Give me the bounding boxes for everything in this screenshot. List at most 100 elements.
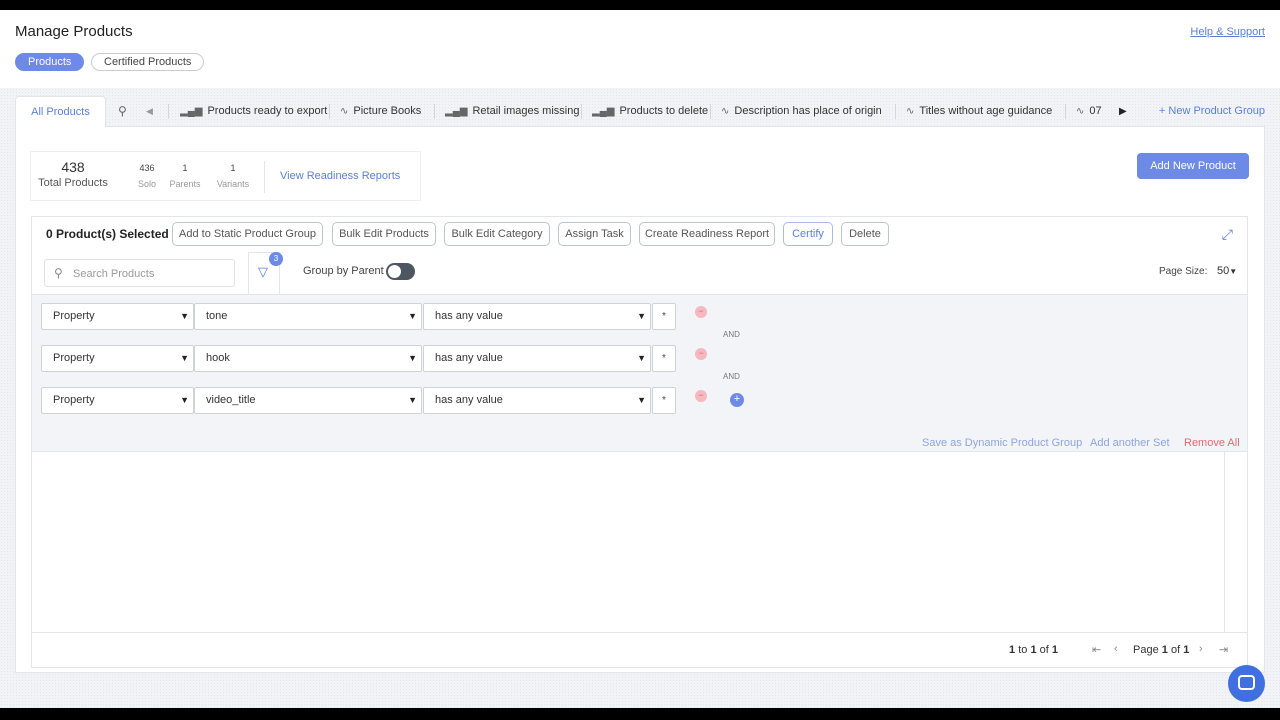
tab-all-products[interactable]: All Products <box>15 96 106 127</box>
remove-all-link[interactable]: Remove All <box>1184 437 1240 449</box>
view-readiness-reports-link[interactable]: View Readiness Reports <box>280 170 400 182</box>
table-scrollbar[interactable] <box>1224 452 1225 632</box>
total-products-stat: 438 Total Products <box>38 159 108 189</box>
add-condition-icon[interactable]: + <box>730 393 744 407</box>
product-group-tabs: All Products ⚲ ◀ ▂▄▆ Products ready to ex… <box>15 96 1265 127</box>
bar-chart-icon: ▂▄▆ <box>445 106 468 117</box>
condition-operator-select[interactable]: has any value ▼ <box>423 345 651 372</box>
pagination-footer: 1 to 1 of 1 ⇤ ‹ Page 1 of 1 › ⇥ <box>31 632 1248 668</box>
activity-icon: ∿ <box>340 106 349 117</box>
expand-icon[interactable]: ⤢ <box>1222 226 1233 243</box>
search-placeholder: Search Products <box>73 268 155 280</box>
bar-chart-icon: ▂▄▆ <box>180 106 203 117</box>
condition-field-select[interactable]: video_title ▼ <box>194 387 422 414</box>
condition-field-select[interactable]: tone ▼ <box>194 303 422 330</box>
condition-value-input[interactable]: * <box>652 345 676 372</box>
condition-value-input[interactable]: * <box>652 387 676 414</box>
filter-icon: ▽ <box>258 264 268 279</box>
add-new-product-button[interactable]: Add New Product <box>1137 153 1249 179</box>
bar-chart-icon: ▂▄▆ <box>592 106 615 117</box>
delete-button[interactable]: Delete <box>841 222 889 246</box>
scroll-left-icon[interactable]: ◀ <box>146 106 153 117</box>
remove-condition-icon[interactable]: − <box>695 348 707 360</box>
tab-divider <box>168 104 169 119</box>
last-page-icon[interactable]: ⇥ <box>1219 643 1228 656</box>
tab-divider <box>710 104 711 119</box>
next-page-icon[interactable]: › <box>1199 643 1203 655</box>
condition-type-select[interactable]: Property ▼ <box>41 303 194 330</box>
toggle-knob <box>388 265 401 278</box>
tab-divider <box>434 104 435 119</box>
filter-toggle-button[interactable]: ▽ 3 <box>248 252 283 294</box>
help-support-link[interactable]: Help & Support <box>1190 26 1265 38</box>
add-to-static-group-button[interactable]: Add to Static Product Group <box>172 222 323 246</box>
variants-stat: 1 Variants <box>216 163 250 189</box>
tab-divider <box>329 104 330 119</box>
search-input[interactable]: ⚲ Search Products <box>44 259 235 287</box>
caret-down-icon: ▼ <box>637 395 646 405</box>
filter-count-badge: 3 <box>269 252 283 266</box>
prev-page-icon[interactable]: ‹ <box>1114 643 1118 655</box>
first-page-icon[interactable]: ⇤ <box>1092 643 1101 656</box>
tab-titles-without-age-guidance[interactable]: ∿ Titles without age guidance <box>906 96 1052 126</box>
condition-field-select[interactable]: hook ▼ <box>194 345 422 372</box>
product-stats: 438 Total Products 436 Solo 1 Parents 1 … <box>30 151 421 201</box>
selected-count: 0 Product(s) Selected <box>46 227 169 241</box>
bulk-edit-category-button[interactable]: Bulk Edit Category <box>444 222 550 246</box>
tab-products-ready-to-export[interactable]: ▂▄▆ Products ready to export <box>180 96 327 126</box>
search-icon: ⚲ <box>54 266 63 280</box>
group-by-parent-label: Group by Parent <box>303 265 384 277</box>
solo-stat: 436 Solo <box>137 163 156 189</box>
tab-picture-books[interactable]: ∿ Picture Books <box>340 96 421 126</box>
assign-task-button[interactable]: Assign Task <box>558 222 631 246</box>
certified-products-pill[interactable]: Certified Products <box>91 53 205 71</box>
condition-operator-select[interactable]: has any value ▼ <box>423 303 651 330</box>
and-label: AND <box>723 372 740 381</box>
group-by-parent-toggle[interactable] <box>386 263 415 280</box>
condition-type-select[interactable]: Property ▼ <box>41 345 194 372</box>
condition-value-input[interactable]: * <box>652 303 676 330</box>
scroll-right-icon[interactable]: ▶ <box>1119 106 1127 117</box>
add-another-set-link[interactable]: Add another Set <box>1090 437 1170 449</box>
activity-icon: ∿ <box>721 106 730 117</box>
condition-type-select[interactable]: Property ▼ <box>41 387 194 414</box>
caret-down-icon: ▼ <box>180 353 189 363</box>
page-title: Manage Products <box>15 23 133 40</box>
chat-launcher-button[interactable] <box>1228 665 1265 702</box>
and-label: AND <box>723 330 740 339</box>
page-size-select[interactable]: 50▼ <box>1217 265 1237 277</box>
remove-condition-icon[interactable]: − <box>695 390 707 402</box>
remove-condition-icon[interactable]: − <box>695 306 707 318</box>
search-filter-row: ⚲ Search Products ▽ 3 Group by Parent Pa… <box>31 252 1248 294</box>
page-size-label: Page Size: <box>1159 266 1208 277</box>
tab-products-to-delete[interactable]: ▂▄▆ Products to delete <box>592 96 708 126</box>
tab-divider <box>581 104 582 119</box>
bulk-edit-products-button[interactable]: Bulk Edit Products <box>332 222 436 246</box>
activity-icon: ∿ <box>1076 106 1085 117</box>
tab-divider <box>895 104 896 119</box>
new-product-group-link[interactable]: + New Product Group <box>1159 96 1265 126</box>
tab-07[interactable]: ∿ 07 <box>1076 96 1102 126</box>
activity-icon: ∿ <box>906 106 915 117</box>
tab-divider <box>1065 104 1066 119</box>
chat-icon <box>1238 675 1255 690</box>
tab-description-has-place-of-origin[interactable]: ∿ Description has place of origin <box>721 96 882 126</box>
pagination-summary: 1 to 1 of 1 <box>1009 644 1058 656</box>
search-icon[interactable]: ⚲ <box>118 104 127 118</box>
certify-button[interactable]: Certify <box>783 222 833 246</box>
parents-stat: 1 Parents <box>169 163 201 189</box>
caret-down-icon: ▼ <box>408 395 417 405</box>
tab-retail-images-missing[interactable]: ▂▄▆ Retail images missing <box>445 96 579 126</box>
results-table <box>31 452 1248 632</box>
save-dynamic-group-link[interactable]: Save as Dynamic Product Group <box>922 437 1082 449</box>
create-readiness-report-button[interactable]: Create Readiness Report <box>639 222 775 246</box>
caret-down-icon: ▼ <box>180 395 189 405</box>
caret-down-icon: ▼ <box>637 353 646 363</box>
condition-operator-select[interactable]: has any value ▼ <box>423 387 651 414</box>
caret-down-icon: ▼ <box>408 353 417 363</box>
bulk-actions-toolbar: 0 Product(s) Selected Add to Static Prod… <box>31 216 1248 252</box>
products-pill[interactable]: Products <box>15 53 85 71</box>
caret-down-icon: ▼ <box>637 311 646 321</box>
chevron-down-icon: ▼ <box>1229 267 1238 276</box>
filter-conditions-panel: Property ▼ tone ▼ has any value ▼ * − AND P… <box>31 294 1248 452</box>
